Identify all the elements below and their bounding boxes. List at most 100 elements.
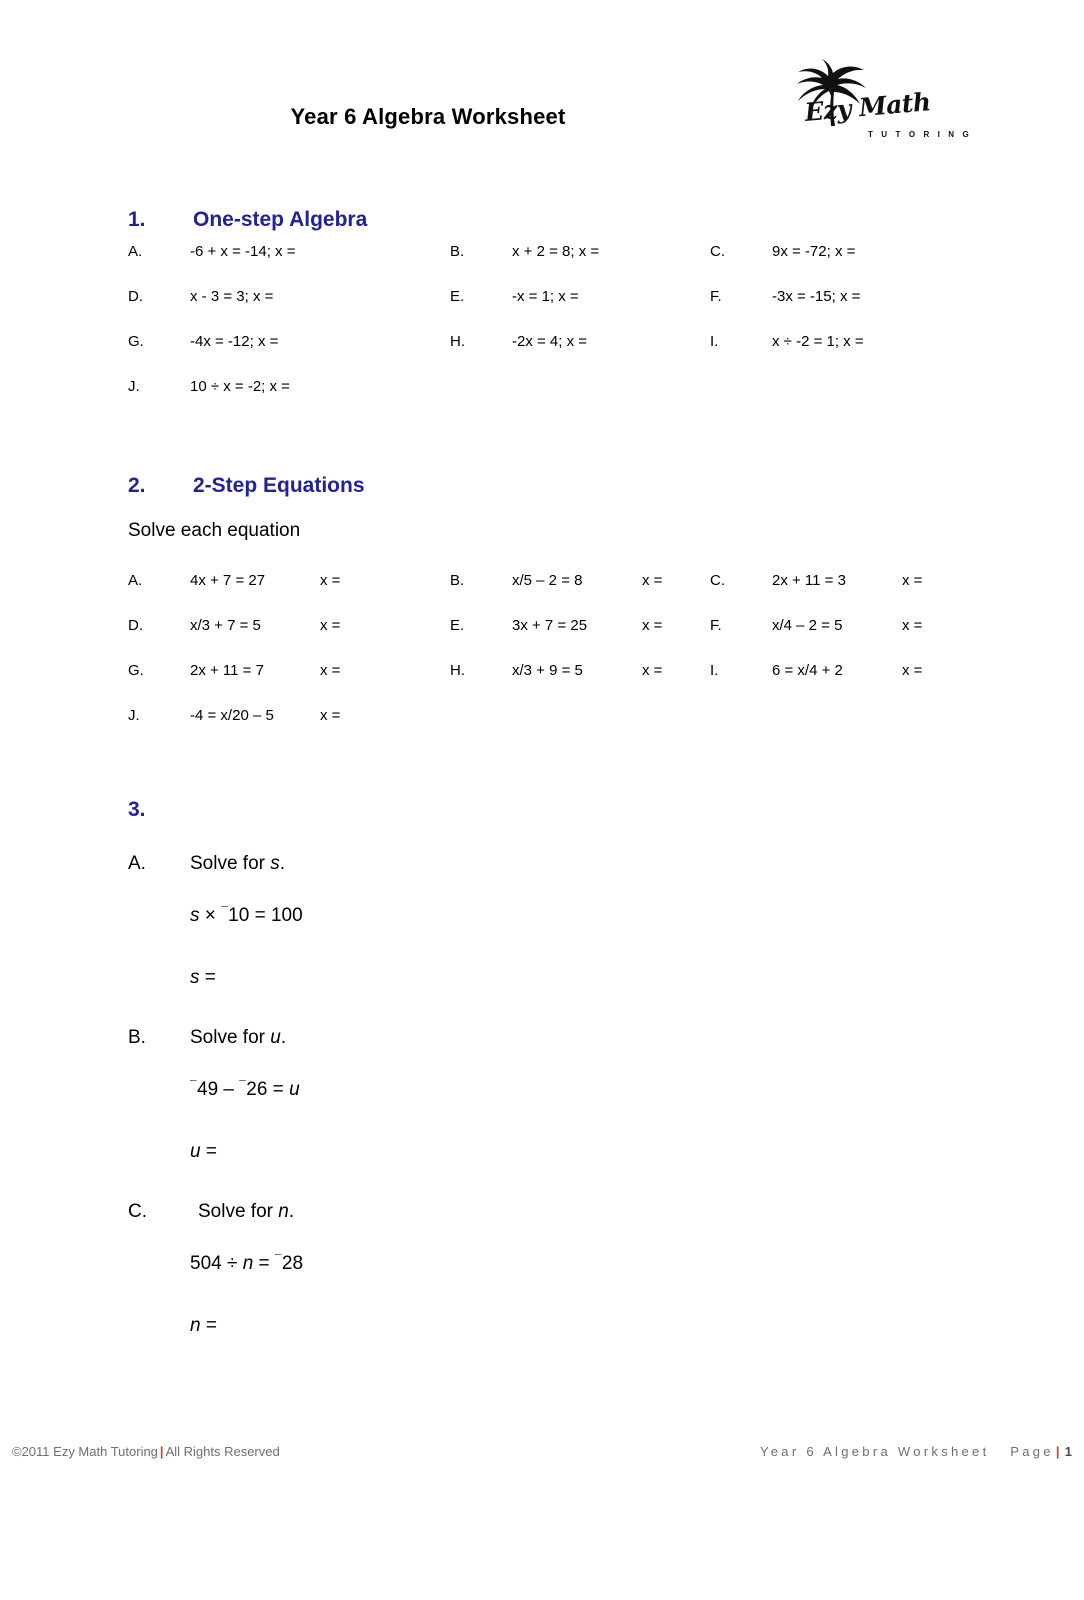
problem-label: C. [710, 572, 725, 589]
problem-equation: -2x = 4; x = [512, 333, 588, 350]
answer-prompt: x = [902, 617, 923, 634]
answer-prompt: x = [642, 617, 663, 634]
problem-label: B. [450, 243, 465, 260]
answer-prompt: x = [320, 617, 341, 634]
section-2-subtitle: Solve each equation [128, 520, 301, 541]
answer-prompt: x = [642, 572, 663, 589]
negative-sign: ¯ [221, 905, 228, 918]
answer-prompt: x = [902, 662, 923, 679]
footer-copyright: ©2011 Ezy Math Tutoring | All Rights Reser… [12, 1444, 280, 1459]
equation-text: × [199, 905, 222, 927]
equation-text: 10 = 100 [228, 905, 303, 927]
item-prompt: Solve for s. [190, 853, 286, 874]
problem-equation: -4 = x/20 – 5 [190, 707, 274, 724]
problem-label: I. [710, 662, 719, 679]
answer-prompt: x = [642, 662, 663, 679]
problem-label: I. [710, 333, 719, 350]
problem-equation: x/4 – 2 = 5 [772, 617, 843, 634]
problem-equation: 9x = -72; x = [772, 243, 856, 260]
item-label: A. [128, 853, 146, 874]
section-2-number: 2. [128, 474, 146, 497]
ezy-math-logo: Ezy Math T U T O R I N G [770, 56, 969, 152]
equation-text: 49 – [197, 1079, 240, 1101]
problem-equation: -6 + x = -14; x = [190, 243, 296, 260]
problem-label: G. [128, 333, 144, 350]
page-header: Year 6 Algebra Worksheet Ezy Math T U T … [0, 59, 1084, 156]
answer-prompt: x = [320, 572, 341, 589]
problem-label: J. [128, 378, 140, 395]
problem-label: E. [450, 617, 465, 634]
problem-equation: 2x + 11 = 3 [772, 572, 846, 589]
problem-equation: x - 3 = 3; x = [190, 288, 274, 305]
problem-equation: 3x + 7 = 25 [512, 617, 588, 634]
negative-sign: ¯ [274, 1253, 282, 1266]
equation-text: 28 [281, 1253, 304, 1275]
item-label: B. [128, 1027, 146, 1048]
problem-label: H. [450, 333, 465, 350]
page-title: Year 6 Algebra Worksheet [290, 104, 566, 129]
item-label: C. [128, 1201, 147, 1222]
answer-prompt: x = [320, 662, 341, 679]
footer-separator: | [159, 1444, 164, 1459]
rights-text: All Rights Reserved [165, 1444, 280, 1459]
worksheet-page: Year 6 Algebra Worksheet Ezy Math T U T … [0, 0, 1084, 1600]
answer-prompt: s = [190, 967, 216, 988]
footer-doc-name: Year 6 Algebra Worksheet [759, 1444, 990, 1459]
problem-equation: 2x + 11 = 7 [190, 662, 264, 679]
answer-prompt: x = [902, 572, 923, 589]
copyright-text: ©2011 Ezy Math Tutoring [12, 1444, 158, 1459]
prompt-variable: s [270, 853, 280, 874]
page-footer: ©2011 Ezy Math Tutoring | All Rights Reser… [0, 1440, 1084, 1470]
equation-variable: s [190, 905, 200, 927]
equation: ¯49 – ¯26 = u [190, 1079, 300, 1101]
item-prompt: Solve for u. [190, 1027, 287, 1048]
problem-label: E. [450, 288, 465, 305]
equation-text: 26 = [246, 1079, 290, 1101]
footer-page-label: Page [1010, 1444, 1054, 1459]
answer-prompt: u = [190, 1141, 217, 1162]
problem-equation: x/3 + 9 = 5 [512, 662, 583, 679]
answer-prompt: x = [320, 707, 341, 724]
prompt-variable: u [270, 1027, 281, 1048]
section-2-title: 2-Step Equations [193, 474, 365, 497]
problem-equation: -3x = -15; x = [772, 288, 861, 305]
answer-prompt: n = [190, 1315, 217, 1336]
logo-tagline: T U T O R I N G [868, 130, 972, 139]
problem-equation: -x = 1; x = [512, 288, 579, 305]
problem-label: F. [710, 617, 722, 634]
equation-text: 504 ÷ [190, 1253, 243, 1275]
section-1-title: One-step Algebra [193, 208, 368, 231]
problem-equation: x/5 – 2 = 8 [512, 572, 583, 589]
problem-label: D. [128, 288, 143, 305]
equation-variable: n [242, 1253, 254, 1275]
item-prompt: Solve for n. [198, 1201, 295, 1222]
problem-label: H. [450, 662, 465, 679]
negative-sign: ¯ [239, 1079, 246, 1092]
problem-label: G. [128, 662, 144, 679]
problem-equation: 10 ÷ x = -2; x = [190, 378, 290, 395]
problem-label: B. [450, 572, 465, 589]
problem-equation: x/3 + 7 = 5 [190, 617, 261, 634]
prompt-variable: n [278, 1201, 289, 1222]
problem-equation: x ÷ -2 = 1; x = [772, 333, 864, 350]
problem-equation: x + 2 = 8; x = [512, 243, 600, 260]
negative-sign: ¯ [190, 1079, 197, 1092]
problem-label: J. [128, 707, 140, 724]
problem-label: D. [128, 617, 143, 634]
problem-label: A. [128, 572, 143, 589]
footer-page-number: 1 [1064, 1444, 1072, 1459]
equation-text: = [253, 1253, 275, 1275]
equation-variable: u [289, 1079, 300, 1101]
problem-equation: -4x = -12; x = [190, 333, 279, 350]
footer-doc-info: Year 6 Algebra Worksheet Page | 1 [760, 1444, 1072, 1459]
section-1-number: 1. [128, 208, 146, 231]
equation: s × ¯10 = 100 [190, 905, 303, 927]
problem-equation: 6 = x/4 + 2 [772, 662, 843, 679]
equation: 504 ÷ n = ¯28 [190, 1253, 304, 1275]
problem-label: F. [710, 288, 722, 305]
section-3-number: 3. [128, 798, 146, 821]
problem-label: A. [128, 243, 143, 260]
footer-page-separator: | [1055, 1444, 1063, 1459]
problem-equation: 4x + 7 = 27 [190, 572, 266, 589]
problem-label: C. [710, 243, 725, 260]
